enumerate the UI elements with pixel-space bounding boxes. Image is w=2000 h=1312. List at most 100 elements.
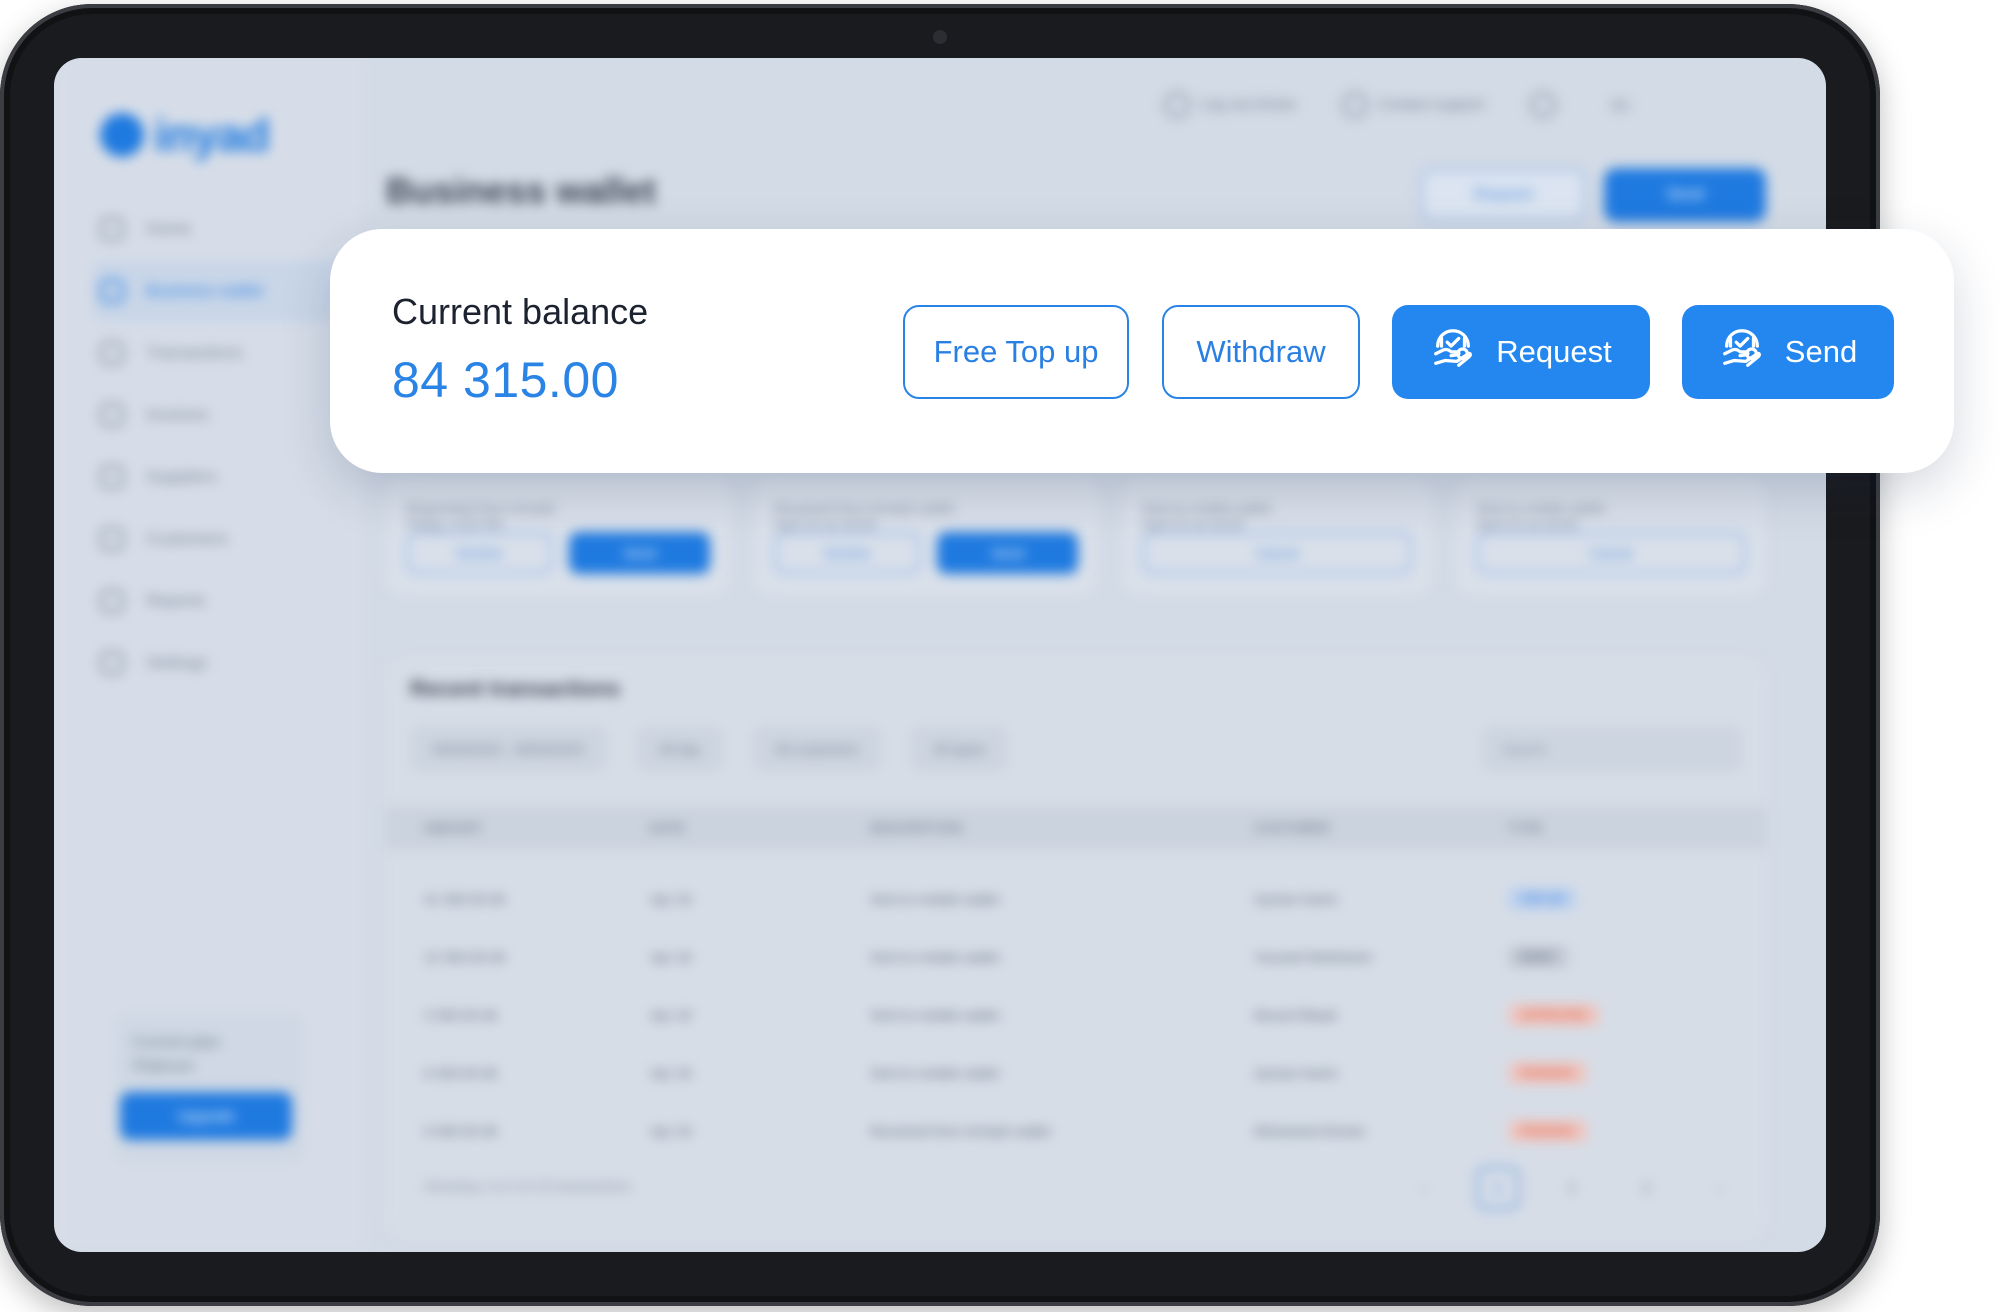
reports-icon (100, 589, 124, 613)
request-card-title: Sent to mobile wallet (1142, 500, 1272, 516)
pagination: ‹ 1 2 3 › (1402, 1166, 1742, 1210)
next-page-icon[interactable]: › (1698, 1166, 1742, 1210)
supplier-icon (100, 465, 124, 489)
sidebar-item-customers[interactable]: Customers (100, 508, 340, 570)
page-button[interactable]: 2 (1550, 1166, 1594, 1210)
customer-filter[interactable]: All customers (752, 726, 881, 772)
front-camera (933, 30, 947, 44)
request-card-actions: Decline Send (774, 532, 1078, 574)
home-icon (100, 217, 124, 241)
send-button[interactable]: Send (937, 532, 1078, 574)
upgrade-button[interactable]: Upgrade (120, 1092, 292, 1140)
current-balance-card: Current balance 84 315.00 Free Top up Wi… (330, 229, 1954, 473)
table-row[interactable]: 9 300.00 dh Apr 18 Received from Inmaah … (386, 1102, 1766, 1160)
sidebar-item-label: Reports (146, 591, 206, 610)
column-header: AMOUNT (424, 821, 483, 835)
language-select[interactable]: En (1612, 97, 1630, 114)
sidebar-item-label: Home (146, 219, 192, 238)
table-header: AMOUNT DATE DESCRIPTION CUSTOMER TYPE (386, 806, 1766, 850)
column-header: DATE (650, 821, 686, 835)
column-header: CUSTOMER (1254, 821, 1331, 835)
cell-amount: 6 400.00 dh (424, 1065, 498, 1081)
invoice-icon (100, 403, 124, 427)
type-filter[interactable]: All types (910, 726, 1008, 772)
request-card: Sent to mobile wallet April 22 at 18:00 … (1122, 478, 1432, 596)
hand-coin-icon (1719, 325, 1765, 379)
header-send-button[interactable]: Send (1604, 168, 1766, 222)
cell-date: Apr 18 (650, 949, 692, 965)
tablet-device: inyad Home Business wallet Transactions … (0, 4, 1880, 1306)
send-label: Send (1784, 334, 1858, 369)
request-card: Received from Inmaah wallet April 22 at … (754, 478, 1098, 596)
sidebar-item-reports[interactable]: Reports (100, 570, 340, 632)
send-button[interactable]: Send (569, 532, 710, 574)
type-badge: PENDING (1508, 1120, 1587, 1142)
column-header: DESCRIPTION (870, 821, 964, 835)
logout-link[interactable]: Log out Amine (1164, 92, 1296, 118)
type-badge: DEBIT (1508, 946, 1568, 968)
plan-value: Platinum (132, 1058, 195, 1075)
request-label: Request (1496, 334, 1612, 369)
column-header: TYPE (1508, 821, 1544, 835)
cell-description: Sent to mobile wallet (870, 1065, 1000, 1081)
type-badge: PENDING (1508, 1062, 1587, 1084)
cell-customer: Youssef Mokhtarim (1254, 949, 1373, 965)
search-input[interactable]: Search (1482, 726, 1742, 772)
wallet-icon (100, 279, 124, 303)
sidebar-item-business-wallet[interactable]: Business wallet (92, 260, 340, 322)
free-top-up-button[interactable]: Free Top up (903, 305, 1129, 399)
cell-description: Sent to mobile wallet (870, 949, 1000, 965)
page-button[interactable]: 1 (1476, 1166, 1520, 1210)
request-card-time: April 22 at 18:00 (1476, 516, 1578, 532)
request-card: Requested from Inmaah Today, 4:05 PM Dec… (386, 478, 730, 596)
brand-name: inyad (154, 109, 270, 161)
page-button[interactable]: 3 (1624, 1166, 1668, 1210)
table-row[interactable]: 6 400.00 dh Apr 18 Sent to mobile wallet… (386, 1044, 1766, 1102)
table-row[interactable]: 41 300.00 dh Apr 18 Sent to mobile walle… (386, 870, 1766, 928)
request-button[interactable]: Request (1392, 305, 1650, 399)
time-filter[interactable]: All day (636, 726, 723, 772)
header-request-button[interactable]: Request (1420, 168, 1586, 222)
decline-button[interactable]: Decline (406, 532, 553, 574)
decline-button[interactable]: Decline (774, 532, 921, 574)
sidebar-item-invoices[interactable]: Invoices (100, 384, 340, 446)
sidebar-item-home[interactable]: Home (100, 198, 340, 260)
withdraw-button[interactable]: Withdraw (1162, 305, 1360, 399)
gear-icon (100, 651, 124, 675)
plan-label: Current plan (132, 1034, 221, 1051)
table-row[interactable]: 3 300.00 dh Apr 18 Sent to mobile wallet… (386, 986, 1766, 1044)
topbar: Log out Amine Contact support En (1164, 92, 1630, 118)
request-card-title: Received from Inmaah wallet (774, 500, 955, 516)
recent-transactions-panel: Recent transactions 04/03/2022 - 09/03/2… (386, 658, 1766, 1238)
logout-label: Log out Amine (1200, 95, 1296, 113)
sidebar-item-label: Transactions (146, 343, 243, 362)
cell-amount: 3 300.00 dh (424, 1007, 498, 1023)
transactions-title: Recent transactions (410, 676, 621, 701)
sidebar-item-label: Settings (146, 653, 208, 672)
cell-customer: Ayman Karim (1254, 891, 1338, 907)
current-plan-box: Current plan Platinum (114, 1013, 304, 1163)
sidebar-item-transactions[interactable]: Transactions (100, 322, 340, 384)
date-range-filter[interactable]: 04/03/2022 - 09/03/2022 (410, 726, 607, 772)
user-icon (1164, 92, 1190, 118)
sidebar-item-settings[interactable]: Settings (100, 632, 340, 694)
cancel-button[interactable]: Cancel (1476, 532, 1746, 574)
sidebar-item-label: Invoices (146, 405, 209, 424)
sidebar-item-label: Business wallet (146, 281, 264, 300)
pagination-summary: Showing 1 to 5 of 15 transactions (424, 1178, 632, 1194)
type-badge: TOP UP (1508, 888, 1577, 910)
request-card: Sent to mobile wallet April 22 at 18:00 … (1456, 478, 1766, 596)
support-link[interactable]: Contact support (1341, 92, 1484, 118)
support-label: Contact support (1377, 95, 1484, 113)
sidebar: inyad Home Business wallet Transactions … (54, 58, 364, 1252)
dark-mode-icon[interactable] (1529, 92, 1556, 118)
cancel-button[interactable]: Cancel (1142, 532, 1412, 574)
sidebar-item-suppliers[interactable]: Suppliers (100, 446, 340, 508)
table-row[interactable]: 12 300.00 dh Apr 18 Sent to mobile walle… (386, 928, 1766, 986)
sidebar-nav: Home Business wallet Transactions Invoic… (92, 198, 340, 694)
request-card-time: April 22 at 18:00 (1142, 516, 1244, 532)
cell-customer: Mourd Elbadi (1254, 1007, 1337, 1023)
current-balance-label: Current balance (392, 291, 649, 332)
send-button[interactable]: Send (1682, 305, 1894, 399)
prev-page-icon[interactable]: ‹ (1402, 1166, 1446, 1210)
